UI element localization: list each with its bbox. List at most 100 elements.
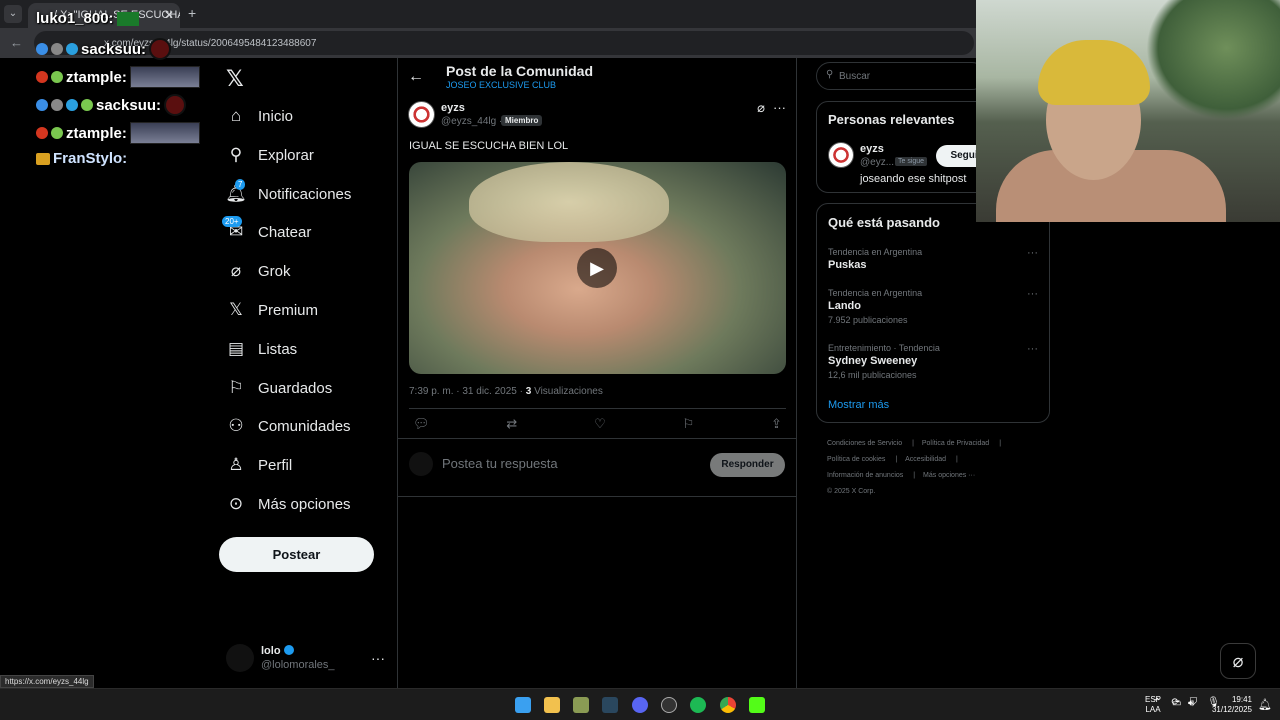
new-tab-button[interactable]: + [188, 5, 196, 21]
divider [398, 496, 796, 497]
nav-item-comunidades[interactable]: ⚇ Comunidades [226, 412, 351, 440]
bookmark-icon[interactable]: ⚐ [683, 416, 695, 432]
emote-icon [129, 66, 200, 88]
file-explorer-icon[interactable] [544, 697, 560, 713]
play-icon[interactable]: ▶ [577, 248, 617, 288]
more-icon[interactable]: ··· [773, 100, 786, 116]
trend-item[interactable]: Entretenimiento · Tendencia Sydney Sween… [828, 343, 1038, 380]
back-arrow-icon[interactable]: ← [408, 68, 424, 86]
nav-label: Guardados [258, 379, 333, 397]
share-icon[interactable]: ⇪ [771, 416, 782, 432]
nav-item-inicio[interactable]: ⌂ Inicio [226, 102, 293, 130]
kick-icon[interactable] [749, 697, 765, 713]
language-indicator[interactable]: ESP LAA [1145, 695, 1161, 715]
post-timestamp[interactable]: 7:39 p. m. · 31 dic. 2025 · [409, 386, 523, 397]
footer-link[interactable]: Más opciones ··· [923, 472, 975, 479]
footer-link[interactable]: Política de Privacidad [922, 440, 989, 447]
nav-label: Inicio [258, 107, 294, 125]
footer-link[interactable]: Política de cookies [827, 456, 885, 463]
nav-item-grok[interactable]: ⌀ Grok [226, 257, 291, 285]
more-icon[interactable]: ··· [1027, 288, 1038, 300]
post-actions: 💬︎ ⇄ ♡ ⚐ ⇪ [409, 416, 786, 432]
trend-context: Entretenimiento · Tendencia [828, 343, 940, 353]
nav-label: Explorar [258, 146, 314, 164]
nav-item-mas-opciones[interactable]: ⊙ Más opciones [226, 490, 351, 518]
author-avatar[interactable] [408, 101, 435, 128]
divider [409, 408, 786, 409]
community-link[interactable]: JOSEO EXCLUSIVE CLUB [446, 80, 556, 90]
trend-count: 7.952 publicaciones [828, 315, 908, 325]
badge-icon [36, 127, 48, 139]
nav-item-chatear[interactable]: ✉ 20+ Chatear [222, 216, 311, 246]
main-column: ← Post de la Comunidad JOSEO EXCLUSIVE C… [397, 58, 797, 688]
reply-icon[interactable]: 💬︎ [413, 416, 430, 432]
trend-item[interactable]: Tendencia en Argentina Lando 7.952 publi… [828, 288, 1038, 325]
nav-item-guardados[interactable]: ⚐ Guardados [226, 374, 332, 402]
x-logo-icon[interactable]: 𝕏 [226, 66, 244, 92]
verified-icon [283, 645, 294, 655]
nav-item-premium[interactable]: 𝕏 Premium [226, 296, 318, 324]
grok-icon[interactable]: ⌀ [757, 100, 765, 116]
trend-topic: Sydney Sweeney [828, 355, 918, 367]
search-input[interactable]: ⚲ Buscar [816, 62, 986, 90]
notification-bell-icon[interactable]: 🔔︎ [1258, 698, 1272, 711]
author-name[interactable]: eyzs [441, 102, 465, 114]
more-icon[interactable]: ··· [1027, 343, 1038, 355]
grok-icon: ⌀ [230, 261, 242, 280]
discord-icon[interactable] [632, 697, 648, 713]
post-button[interactable]: Postear [219, 537, 374, 572]
chrome-icon[interactable] [720, 697, 736, 713]
footer-link[interactable]: Accesibilidad [905, 456, 946, 463]
badge-icon [36, 71, 48, 83]
relevant-name[interactable]: eyzs [860, 143, 884, 155]
footer-link[interactable]: Información de anuncios [827, 472, 903, 479]
tab-menu-button[interactable]: ⌄ [4, 5, 22, 23]
webcam-background [1146, 0, 1280, 120]
account-switcher[interactable]: lolo @lolomorales_ ··· [226, 644, 386, 674]
bookmark-icon: ⚐ [228, 378, 244, 397]
chat-line: luko1_800: [36, 10, 139, 27]
spotify-icon[interactable] [690, 697, 706, 713]
back-nav-icon[interactable]: ← [10, 35, 23, 50]
reply-input[interactable]: Postea tu respuesta [442, 456, 558, 471]
trend-topic: Puskas [828, 259, 867, 271]
windows-start-icon[interactable] [515, 697, 531, 713]
notification-count-badge: 7 [235, 179, 246, 190]
address-bar[interactable]: x.com/eyzs_44lg/status/20064954841234886… [34, 31, 974, 55]
video-player[interactable]: ▶ [409, 162, 786, 374]
clock-time: 19:41 [1231, 695, 1252, 704]
nav-item-perfil[interactable]: ♙ Perfil [226, 451, 292, 479]
repost-icon[interactable]: ⇄ [506, 416, 517, 432]
more-icon[interactable]: ··· [371, 650, 385, 666]
trend-context: Tendencia en Argentina [828, 288, 923, 298]
reply-button[interactable]: Responder [710, 453, 785, 477]
post-text: IGUAL SE ESCUCHA BIEN LOL [409, 140, 569, 152]
close-tab-icon[interactable]: ✕ [164, 8, 174, 22]
grok-floating-icon[interactable]: ⌀ [1220, 643, 1256, 679]
nav-item-notificaciones[interactable]: 🔔︎ 7 Notificaciones [225, 179, 351, 208]
badge-icon [51, 99, 63, 111]
like-icon[interactable]: ♡ [594, 416, 606, 432]
emote-icon [116, 11, 139, 26]
badge-icon [81, 99, 93, 111]
clock[interactable]: 19:41 31/12/2025 [1208, 695, 1252, 715]
taskbar: ⌃ ⟳ ⛉ 🎙︎ ESP LAA ▭ 🔊︎ 19:41 31/12/2025 🔔… [0, 688, 1280, 720]
footer-link[interactable]: Condiciones de Servicio [827, 440, 902, 447]
steam-icon[interactable] [602, 697, 618, 713]
chatgpt-icon[interactable] [661, 697, 677, 713]
more-icon[interactable]: ··· [1027, 247, 1038, 259]
avatar [409, 452, 433, 476]
relevant-avatar[interactable] [828, 142, 854, 168]
trend-item[interactable]: Tendencia en Argentina Puskas ··· [828, 247, 1038, 271]
nav-label: Más opciones [258, 495, 351, 513]
volume-icon[interactable]: 🔊︎ [1188, 698, 1194, 709]
author-handle[interactable]: @eyzs_44lg · [441, 116, 502, 127]
nav-item-explorar[interactable]: ⚲ Explorar [226, 141, 314, 169]
show-more-link[interactable]: Mostrar más [828, 399, 889, 411]
app-icon[interactable] [573, 697, 589, 713]
nav-label: Comunidades [258, 417, 351, 435]
nav-item-listas[interactable]: ▤ Listas [226, 335, 297, 363]
network-icon[interactable]: ▭ [1172, 698, 1181, 709]
badge-icon [51, 43, 63, 55]
chat-username: sacksuu: [81, 40, 147, 58]
